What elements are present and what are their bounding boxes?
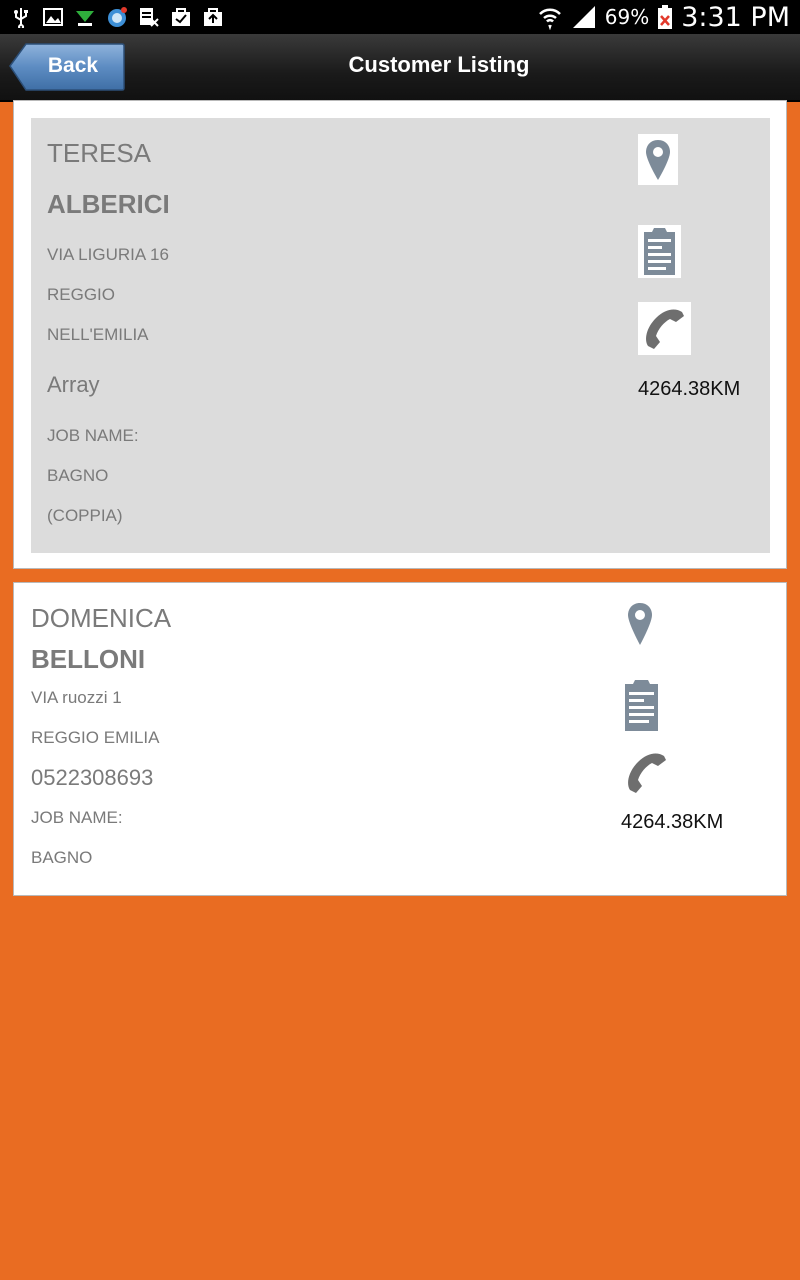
app-header: Back Customer Listing (0, 34, 800, 102)
customer-card-highlight: TERESA ALBERICI VIA LIGURIA 16 REGGIO NE… (31, 118, 770, 553)
download-icon (76, 11, 94, 26)
customer-card[interactable]: DOMENICA BELLONI VIA ruozzi 1 REGGIO EMI… (13, 582, 787, 896)
customer-address: VIA LIGURIA 16 (47, 245, 169, 264)
phone-icon[interactable] (638, 302, 691, 355)
customer-first-name: TERESA (47, 138, 152, 168)
distance-label: 4264.38KM (621, 811, 724, 833)
job-name-value: BAGNO (31, 848, 93, 867)
battery-percent: 69% (604, 5, 650, 29)
system-indicators: 69% 3:31 PM (537, 0, 790, 34)
usb-icon (14, 8, 28, 28)
bag-check-icon (172, 8, 190, 26)
map-pin-icon[interactable] (620, 599, 660, 650)
distance-label: 4264.38KM (638, 378, 741, 400)
customer-last-name: ALBERICI (47, 189, 170, 219)
gallery-icon (43, 8, 63, 26)
signal-icon (572, 6, 595, 28)
customer-city: REGGIO EMILIA (31, 728, 160, 747)
phone-icon[interactable] (620, 746, 673, 799)
customer-address: VIA ruozzi 1 (31, 688, 122, 707)
customer-city-line2: NELL'EMILIA (47, 325, 149, 344)
browser-icon (108, 7, 127, 27)
map-pin-icon[interactable] (638, 134, 678, 185)
wifi-icon (538, 8, 561, 30)
customer-first-name: DOMENICA (31, 603, 172, 633)
calendar-x-icon (140, 8, 159, 27)
page-title: Customer Listing (348, 52, 530, 77)
job-name-label: JOB NAME: (47, 426, 139, 445)
customer-last-name: BELLONI (31, 644, 146, 674)
battery-icon (658, 5, 673, 29)
job-name-label: JOB NAME: (31, 808, 123, 827)
clock: 3:31 PM (681, 1, 790, 33)
notes-icon[interactable] (638, 225, 681, 278)
notes-icon[interactable] (620, 677, 663, 734)
customer-card[interactable]: TERESA ALBERICI VIA LIGURIA 16 REGGIO NE… (13, 100, 787, 569)
customer-city: REGGIO (47, 285, 116, 304)
status-bar: 69% 3:31 PM (0, 0, 800, 34)
bag-upload-icon (204, 8, 222, 26)
notification-icons (10, 4, 224, 30)
job-name-value: BAGNO (47, 466, 109, 485)
job-name-value-line2: (COPPIA) (47, 506, 123, 525)
customer-phone: 0522308693 (31, 765, 154, 790)
customer-phone: Array (47, 372, 100, 397)
